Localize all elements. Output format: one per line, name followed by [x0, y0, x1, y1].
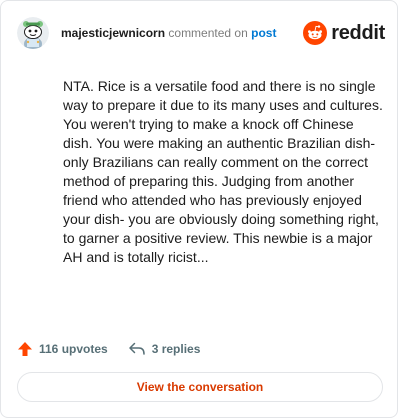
reddit-wordmark: reddit — [331, 21, 385, 44]
action-text: commented on — [168, 26, 248, 40]
comment-meta: majesticjewnicorn commented on post — [61, 26, 276, 40]
username-link[interactable]: majesticjewnicorn — [61, 26, 165, 40]
user-avatar[interactable] — [17, 17, 49, 49]
upvotes-count: 116 upvotes — [39, 342, 108, 356]
replies-stat[interactable]: 3 replies — [128, 341, 201, 357]
comment-header: majesticjewnicorn commented on post redd… — [17, 17, 385, 49]
upvotes-stat[interactable]: 116 upvotes — [17, 341, 108, 357]
comment-footer: 116 upvotes 3 replies — [17, 337, 200, 361]
embedded-comment-card: majesticjewnicorn commented on post redd… — [0, 0, 398, 418]
reddit-brand[interactable]: reddit — [303, 21, 385, 45]
replies-count: 3 replies — [151, 342, 201, 356]
view-conversation-button[interactable]: View the conversation — [17, 372, 383, 402]
upvote-arrow-icon — [18, 342, 32, 356]
reply-icon — [128, 342, 145, 355]
post-link[interactable]: post — [251, 26, 276, 40]
snoo-avatar-icon — [17, 17, 49, 49]
comment-body: NTA. Rice is a versatile food and there … — [63, 78, 383, 265]
reddit-logo-icon — [303, 21, 328, 45]
